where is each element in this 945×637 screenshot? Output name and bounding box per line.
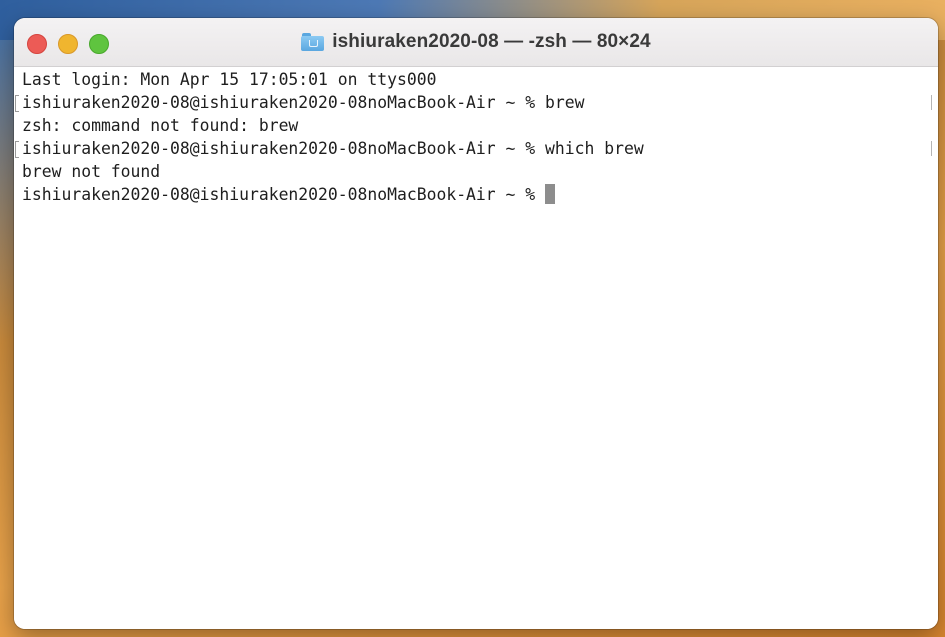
terminal-line-error: zsh: command not found: brew [22, 116, 299, 135]
terminal-line-not-found: brew not found [22, 162, 161, 181]
command-mark-right-icon [931, 95, 932, 110]
command-mark-icon [15, 95, 19, 112]
prompt-text: ishiuraken2020-08@ishiuraken2020-08noMac… [22, 185, 546, 204]
terminal-line-last-login: Last login: Mon Apr 15 17:05:01 on ttys0… [22, 70, 437, 89]
command-mark-icon [15, 141, 19, 158]
folder-home-icon [301, 33, 325, 51]
title-bar[interactable]: ishiuraken2020-08 — -zsh — 80×24 [14, 18, 938, 67]
command-mark-right-icon [931, 141, 932, 156]
window-title-group: ishiuraken2020-08 — -zsh — 80×24 [14, 18, 938, 66]
terminal-current-prompt[interactable]: ishiuraken2020-08@ishiuraken2020-08noMac… [22, 183, 556, 206]
terminal-line-prompt-brew: ishiuraken2020-08@ishiuraken2020-08noMac… [22, 93, 585, 112]
terminal-line-prompt-which: ishiuraken2020-08@ishiuraken2020-08noMac… [22, 139, 644, 158]
terminal-output[interactable]: Last login: Mon Apr 15 17:05:01 on ttys0… [14, 67, 938, 629]
text-cursor [545, 184, 556, 204]
terminal-window[interactable]: ishiuraken2020-08 — -zsh — 80×24 Last lo… [14, 18, 938, 629]
window-title: ishiuraken2020-08 — -zsh — 80×24 [332, 31, 651, 52]
